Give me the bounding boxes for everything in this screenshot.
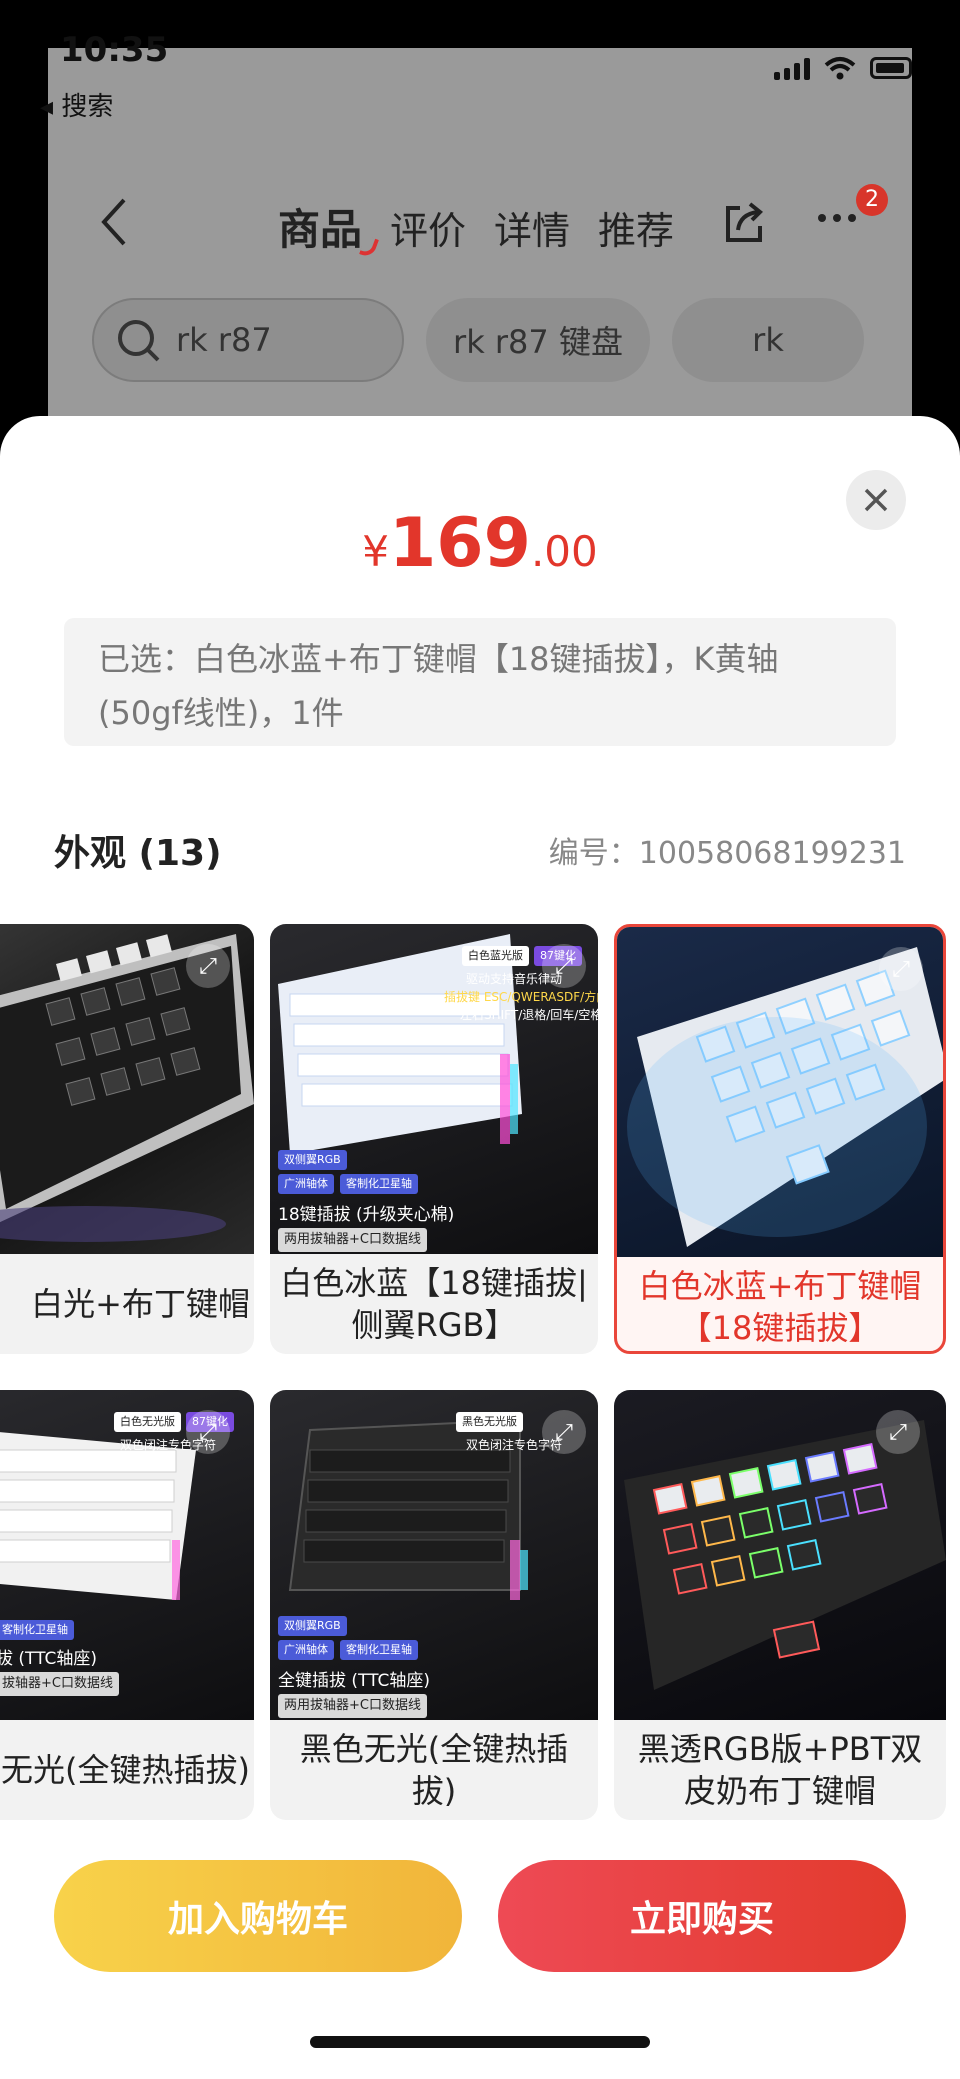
variant-label: 白光+布丁键帽 xyxy=(31,1285,250,1323)
tab-details[interactable]: 详情 xyxy=(494,200,570,255)
promo-tag: 白色蓝光版 xyxy=(462,946,529,966)
promo-text: 左右SHIFT/退格/回车/空格 xyxy=(460,1008,598,1022)
status-time: 10:35 xyxy=(60,30,169,70)
tab-reviews[interactable]: 评价 xyxy=(390,200,466,255)
product-tabs: 商品 评价 详情 推荐 xyxy=(278,196,674,257)
variant-label: 色无光(全键热插拔) xyxy=(0,1751,250,1789)
variant-label: 白色冰蓝【18键插拔|侧翼RGB】 xyxy=(280,1264,588,1344)
promo-tag: 两用拔轴器+C口数据线 xyxy=(278,1228,427,1252)
variant-card[interactable]: ⤢ 白光+布丁键帽 xyxy=(0,924,254,1354)
promo-text: 拔 (TTC轴座) xyxy=(0,1649,98,1669)
search-icon xyxy=(118,320,160,362)
more-badge: 2 xyxy=(856,184,888,216)
promo-text: 全键插拔 (TTC轴座) xyxy=(278,1671,431,1691)
back-app-label: 搜索 xyxy=(61,92,114,122)
variant-label: 白色冰蓝+布丁键帽【18键插拔】 xyxy=(638,1267,922,1347)
status-icons xyxy=(774,56,912,80)
promo-tag: 拔轴器+C口数据线 xyxy=(0,1672,119,1696)
appearance-title: 外观 (13) xyxy=(54,833,222,874)
background-page xyxy=(48,48,912,468)
promo-tag: 广洲轴体 xyxy=(278,1640,334,1660)
sku-number: 编号：10058068199231 xyxy=(548,836,906,871)
promo-tag: 广洲轴体 xyxy=(278,1174,334,1194)
promo-tag: 双侧翼RGB xyxy=(278,1150,347,1170)
promo-tag: 黑色无光版 xyxy=(456,1412,523,1432)
variant-card[interactable]: 白色蓝光版 87键化 驱动支持音乐律动 插拔键 ESC/QWERASDF/方向键… xyxy=(270,924,598,1354)
buy-now-button[interactable]: 立即购买 xyxy=(498,1860,906,1972)
more-icon[interactable] xyxy=(818,214,856,222)
suggestion-chip[interactable]: rk r87 键盘 xyxy=(426,298,650,382)
variant-image: ⤢ xyxy=(617,927,943,1257)
variant-image: 黑色无光版 双色闭注专色字符 双侧翼RGB 广洲轴体 客制化卫星轴 全键插拔 (… xyxy=(270,1390,598,1720)
variant-card[interactable]: 黑色无光版 双色闭注专色字符 双侧翼RGB 广洲轴体 客制化卫星轴 全键插拔 (… xyxy=(270,1390,598,1820)
variant-image: ⤢ xyxy=(0,924,254,1254)
promo-tag: 客制化卫星轴 xyxy=(0,1620,74,1640)
search-chip-label: rk r87 xyxy=(176,321,272,359)
share-icon[interactable] xyxy=(720,198,768,246)
suggestion-chip[interactable]: rk xyxy=(672,298,864,382)
expand-icon[interactable]: ⤢ xyxy=(542,1410,586,1454)
search-chips: rk r87 rk r87 键盘 rk xyxy=(92,298,864,382)
promo-tag: 客制化卫星轴 xyxy=(340,1640,418,1660)
promo-tag: 双侧翼RGB xyxy=(278,1616,347,1636)
add-to-cart-button[interactable]: 加入购物车 xyxy=(54,1860,462,1972)
promo-tag: 两用拔轴器+C口数据线 xyxy=(278,1694,427,1718)
variant-card[interactable]: ⤢ 黑透RGB版+PBT双皮奶布丁键帽 xyxy=(614,1390,946,1820)
back-to-app[interactable]: ◂ 搜索 xyxy=(40,86,113,123)
variant-image: 白色蓝光版 87键化 驱动支持音乐律动 插拔键 ESC/QWERASDF/方向键… xyxy=(270,924,598,1254)
expand-icon[interactable]: ⤢ xyxy=(186,944,230,988)
battery-icon xyxy=(870,57,912,79)
promo-text: 18键插拔 (升级夹心棉) xyxy=(278,1205,455,1225)
promo-tag: 白色无光版 xyxy=(114,1412,181,1432)
search-chip[interactable]: rk r87 xyxy=(92,298,404,382)
selected-summary: 已选：白色冰蓝+布丁键帽【18键插拔】，K黄轴(50gf线性)，1件 xyxy=(64,618,896,746)
expand-icon[interactable]: ⤢ xyxy=(186,1410,230,1454)
price-currency: ¥ xyxy=(362,527,389,576)
variant-card-selected[interactable]: ⤢ 白色冰蓝+布丁键帽【18键插拔】 xyxy=(614,924,946,1354)
expand-icon[interactable]: ⤢ xyxy=(879,947,923,991)
signal-icon xyxy=(774,56,810,80)
variant-card[interactable]: 白色无光版 87键化 双色闭注专色字符 客制化卫星轴 拔 (TTC轴座) 拔轴器… xyxy=(0,1390,254,1820)
promo-tag: 客制化卫星轴 xyxy=(340,1174,418,1194)
expand-icon[interactable]: ⤢ xyxy=(542,944,586,988)
tab-recommend[interactable]: 推荐 xyxy=(598,200,674,255)
price: ¥169.00 xyxy=(0,504,960,583)
screen: { "status_bar": { "time": "10:35", "back… xyxy=(0,0,960,2079)
expand-icon[interactable]: ⤢ xyxy=(876,1410,920,1454)
variant-image: ⤢ xyxy=(614,1390,946,1720)
variant-image: 白色无光版 87键化 双色闭注专色字符 客制化卫星轴 拔 (TTC轴座) 拔轴器… xyxy=(0,1390,254,1720)
variant-label: 黑透RGB版+PBT双皮奶布丁键帽 xyxy=(637,1730,923,1810)
tab-product[interactable]: 商品 xyxy=(278,196,362,257)
price-integer: 169 xyxy=(388,504,531,583)
home-indicator[interactable] xyxy=(310,2036,650,2048)
price-decimal: .00 xyxy=(530,527,598,576)
sku-selector-sheet: ¥169.00 已选：白色冰蓝+布丁键帽【18键插拔】，K黄轴(50gf线性)，… xyxy=(0,416,960,2079)
back-arrow-icon[interactable] xyxy=(96,196,132,248)
wifi-icon xyxy=(824,57,856,80)
promo-text: 插拔键 ESC/QWERASDF/方向键 xyxy=(444,990,598,1004)
variant-label: 黑色无光(全键热插拔) xyxy=(299,1730,569,1810)
